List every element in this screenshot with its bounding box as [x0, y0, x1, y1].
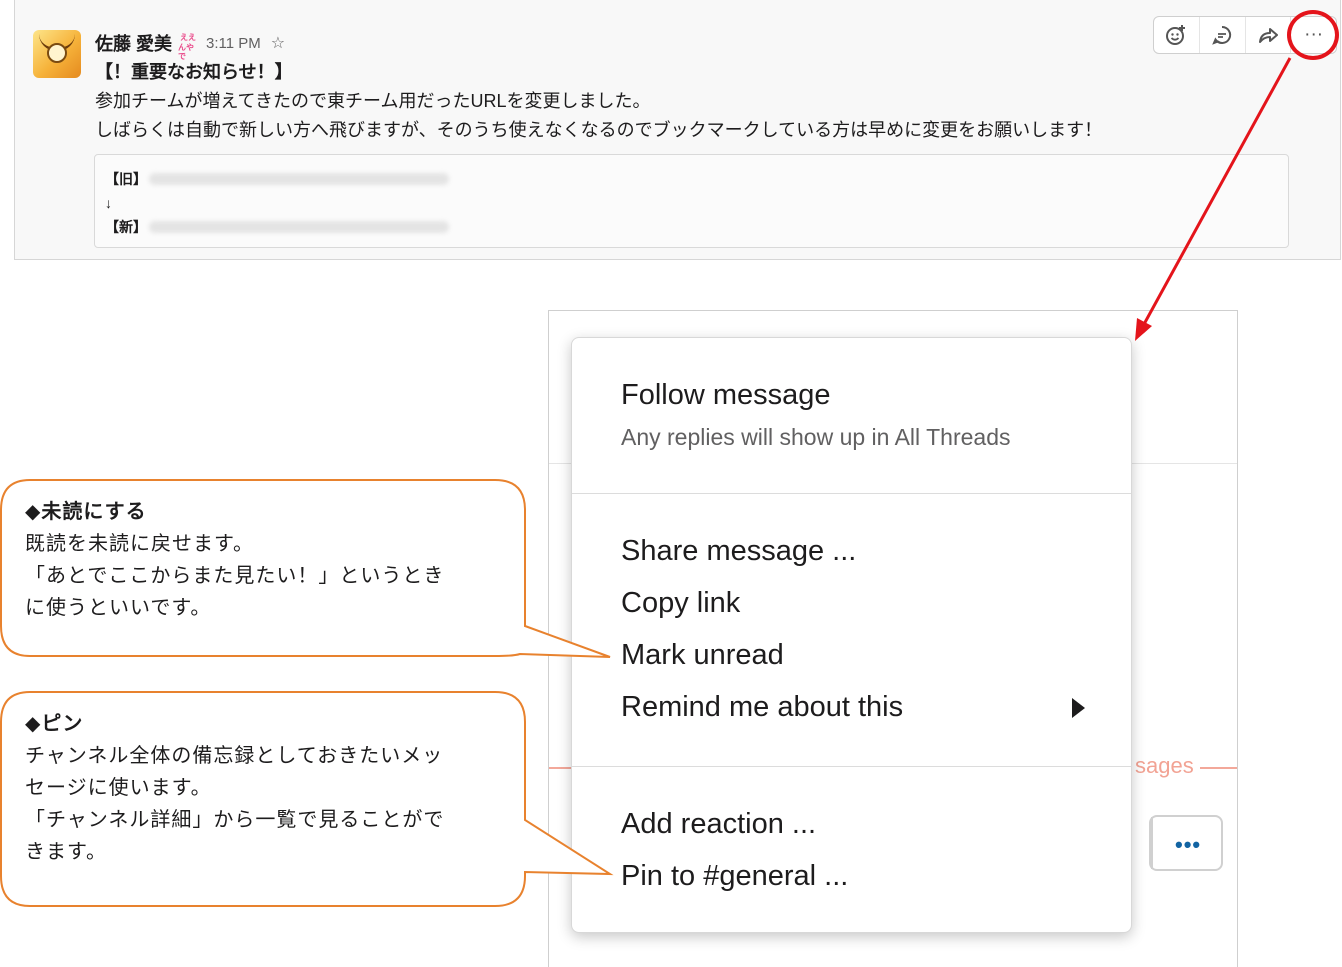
callout-pin: ◆ピン チャンネル全体の備忘録としておきたいメッ セージに使います。 「チャンネ… [0, 0, 1342, 967]
callout-pin-text: ◆ピン チャンネル全体の備忘録としておきたいメッ セージに使います。 「チャンネ… [25, 708, 444, 868]
callout-pin-line: 「チャンネル詳細」から一覧で見ることがで [25, 809, 445, 831]
callout-pin-title: ◆ピン [25, 713, 84, 735]
callout-pin-line: セージに使います。 [25, 777, 212, 799]
callout-pin-line: きます。 [25, 841, 107, 863]
callout-pin-line: チャンネル全体の備忘録としておきたいメッ [25, 745, 444, 767]
